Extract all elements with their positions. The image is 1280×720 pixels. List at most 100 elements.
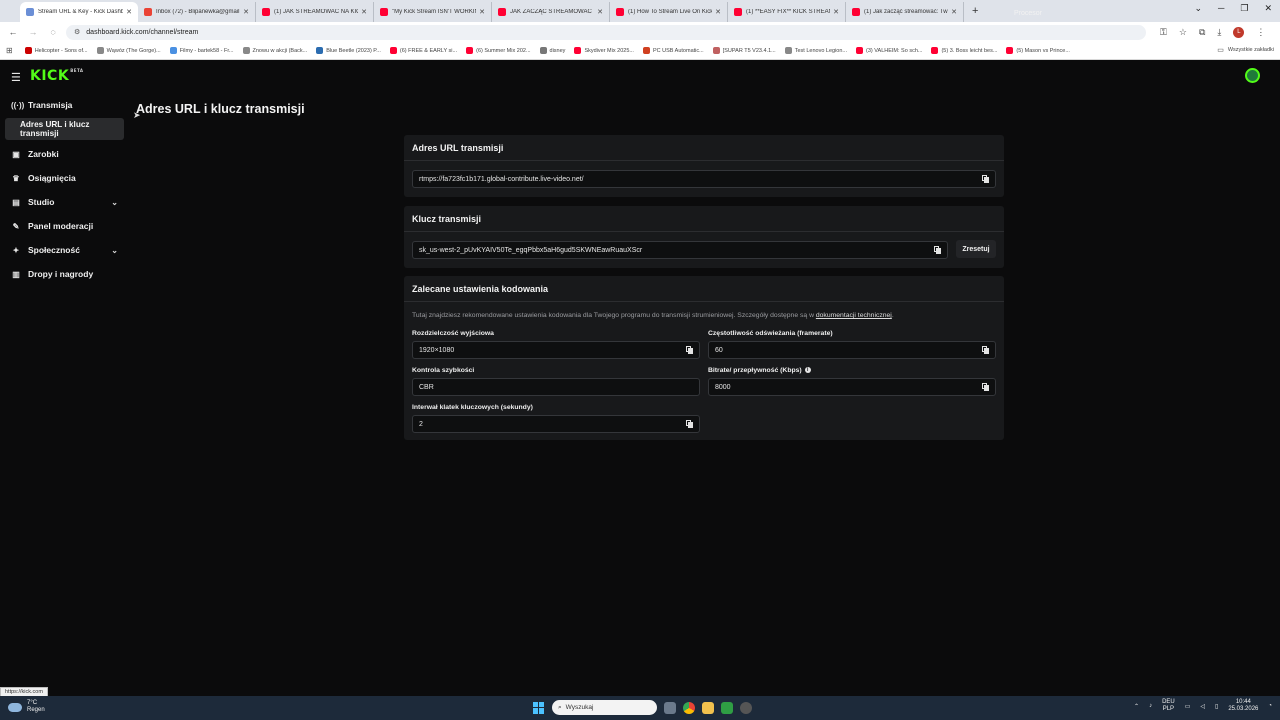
notifications-bell-icon[interactable]: ◔ <box>1268 703 1272 709</box>
menu-kebab-icon[interactable]: ⋮ <box>1256 27 1265 38</box>
tab-search-icon[interactable]: ⌄ <box>1194 3 1202 14</box>
bookmark-item[interactable]: Skydiver Mix 2025... <box>574 47 634 54</box>
sidebar-item-transmisja[interactable]: ((·)) Transmisja <box>0 93 128 117</box>
clock[interactable]: 10:44 25.03.2026 <box>1228 699 1258 713</box>
framerate-field[interactable]: 60 <box>708 341 996 359</box>
bookmark-label: (6) FREE & EARLY si... <box>399 47 458 54</box>
browser-tab[interactable]: "My Kick Stream ISN'T WORKIN ✕ <box>374 2 492 22</box>
minimize-icon[interactable]: ─ <box>1218 3 1224 14</box>
url-field[interactable]: ⚙ dashboard.kick.com/channel/stream <box>66 24 1146 40</box>
tab-close-icon[interactable]: ✕ <box>715 8 721 16</box>
copy-icon[interactable] <box>982 383 989 391</box>
resolution-field[interactable]: 1920×1080 <box>412 341 700 359</box>
bookmark-item[interactable]: (6) Summer Mix 202... <box>466 47 531 54</box>
sidebar-subitem-stream-url-key[interactable]: Adres URL i klucz transmisji <box>5 118 124 140</box>
browser-tab[interactable]: (1) Jak zacząć streamować: Tw ✕ <box>846 2 964 22</box>
copy-icon[interactable] <box>686 346 693 354</box>
copy-icon[interactable] <box>982 346 989 354</box>
tab-close-icon[interactable]: ✕ <box>951 8 957 16</box>
bitrate-field[interactable]: 8000 <box>708 378 996 396</box>
bookmark-item[interactable]: Wąwóz (The Gorge)... <box>96 47 161 54</box>
bookmark-item[interactable]: (5) 3. Boss leicht bes... <box>931 47 997 54</box>
sidebar-item-panel-moderacji[interactable]: ✎ Panel moderacji <box>0 214 128 238</box>
microphone-icon[interactable]: ♪ <box>1149 703 1152 709</box>
hamburger-menu-icon[interactable]: ☰ <box>11 71 21 84</box>
bookmark-item[interactable]: (6) FREE & EARLY si... <box>389 47 458 54</box>
new-tab-button[interactable]: + <box>972 5 978 17</box>
file-explorer-icon[interactable] <box>702 701 714 714</box>
tab-close-icon[interactable]: ✕ <box>126 8 132 16</box>
bookmark-item[interactable]: Test Lenovo Legion... <box>784 47 847 54</box>
sidebar-item-osiagniecia[interactable]: ♛ Osiągnięcia <box>0 166 128 190</box>
start-windows-icon[interactable] <box>533 701 545 714</box>
apps-grid-icon[interactable]: ⊞ <box>6 46 13 55</box>
url-text: dashboard.kick.com/channel/stream <box>86 28 199 36</box>
bookmark-item[interactable]: Blue Beetle (2023) P... <box>316 47 381 54</box>
tab-close-icon[interactable]: ✕ <box>597 8 603 16</box>
bookmark-star-icon[interactable]: ☆ <box>1179 27 1187 38</box>
bookmark-item[interactable]: Helicopter - Sons of... <box>24 47 88 54</box>
taskbar-search[interactable]: ⌕ Wyszukaj <box>552 700 657 715</box>
network-icon[interactable]: ▭ <box>1185 703 1191 710</box>
back-icon[interactable]: ← <box>6 27 20 37</box>
bookmark-item[interactable]: (3) VALHEIM: So sch... <box>856 47 922 54</box>
bookmark-item[interactable]: [SUPAR T5 V23.4.1... <box>712 47 776 54</box>
sidebar-item-zarobki[interactable]: ▣ Zarobki <box>0 142 128 166</box>
tab-close-icon[interactable]: ✕ <box>361 8 367 16</box>
rate-control-field[interactable]: CBR <box>412 378 700 396</box>
bookmark-label: Skydiver Mix 2025... <box>584 47 634 54</box>
browser-tab[interactable]: JAK ZACZĄĆ STREAMOWAĆ ✕ <box>492 2 610 22</box>
media-app-icon[interactable] <box>721 701 733 714</box>
user-avatar[interactable] <box>1245 68 1260 83</box>
tab-close-icon[interactable]: ✕ <box>833 8 839 16</box>
task-view-icon[interactable] <box>664 701 676 714</box>
tab-close-icon[interactable]: ✕ <box>243 8 249 16</box>
bookmark-item[interactable]: (5) Mason vs Prince... <box>1006 47 1070 54</box>
bookmark-item[interactable]: Filmy - bartek58 - Fr... <box>169 47 234 54</box>
password-key-icon[interactable]: ⚿ <box>1160 27 1167 38</box>
sidebar-item-dropy[interactable]: ▥ Dropy i nagrody <box>0 262 128 286</box>
stream-key-field[interactable]: sk_us-west-2_pUvKYAIV50Te_egqPbbx5aH6gud… <box>412 241 948 259</box>
download-icon[interactable]: ⤓ <box>1217 27 1221 38</box>
chevron-down-icon[interactable]: ⌄ <box>111 246 118 255</box>
weather-widget[interactable]: 7°C Regen <box>8 700 45 714</box>
browser-tab[interactable]: Inbox (72) - Blipanewka@gmail ✕ <box>138 2 256 22</box>
info-icon[interactable]: i <box>804 367 811 374</box>
bookmark-item[interactable]: disney <box>539 47 565 54</box>
technical-docs-link[interactable]: dokumentacji technicznej <box>816 312 892 319</box>
browser-tab[interactable]: Stream URL & Key - Kick Dashb ✕ <box>20 2 138 22</box>
volume-icon[interactable]: ◁ <box>1200 703 1205 710</box>
reset-key-button[interactable]: Zresetuj <box>956 240 996 258</box>
sidebar-item-label: Studio <box>28 197 55 207</box>
chevron-down-icon[interactable]: ⌄ <box>111 198 118 207</box>
forward-icon[interactable]: → <box>26 27 40 37</box>
site-info-icon[interactable]: ⚙ <box>74 28 80 36</box>
copy-icon[interactable] <box>934 246 941 254</box>
browser-tab[interactable]: (1) **EASY FIX** KICK STREAM ✕ <box>728 2 846 22</box>
kick-logo[interactable]: KICKBETA <box>30 68 83 84</box>
browser-tab[interactable]: (1) JAK STREAMOWAĆ NA KICK ✕ <box>256 2 374 22</box>
chevron-up-icon[interactable]: ⌃ <box>1134 703 1139 710</box>
bookmark-item[interactable]: Znowu w akcji (Back... <box>242 47 307 54</box>
language-indicator[interactable]: DEU PLP <box>1162 699 1175 713</box>
bookmark-label: (6) Summer Mix 202... <box>476 47 531 54</box>
keyframe-interval-field[interactable]: 2 <box>412 415 700 433</box>
battery-icon[interactable]: ▯ <box>1215 703 1218 710</box>
sidebar-item-studio[interactable]: ▤ Studio ⌄ <box>0 190 128 214</box>
stream-url-field[interactable]: rtmps://fa723fc1b171.global-contribute.l… <box>412 170 996 188</box>
loading-icon[interactable]: ◌ <box>46 27 60 37</box>
copy-icon[interactable] <box>686 420 693 428</box>
bookmark-label: (5) Mason vs Prince... <box>1016 47 1070 54</box>
copy-icon[interactable] <box>982 175 989 183</box>
browser-tab[interactable]: (1) How To Stream Live On Kick ✕ <box>610 2 728 22</box>
all-bookmarks[interactable]: ▭ Wszystkie zakładki <box>1217 46 1274 54</box>
maximize-icon[interactable]: ❐ <box>1240 3 1248 14</box>
bookmark-item[interactable]: PC USB Automatic... <box>642 47 704 54</box>
sidebar-item-spolecznosc[interactable]: ✦ Społeczność ⌄ <box>0 238 128 262</box>
settings-gear-icon[interactable] <box>740 701 752 714</box>
extensions-icon[interactable]: ⧉ <box>1199 27 1205 38</box>
chrome-icon[interactable] <box>683 701 695 714</box>
profile-avatar[interactable]: L <box>1233 26 1245 38</box>
tab-close-icon[interactable]: ✕ <box>479 8 485 16</box>
close-window-icon[interactable]: ✕ <box>1264 3 1272 14</box>
